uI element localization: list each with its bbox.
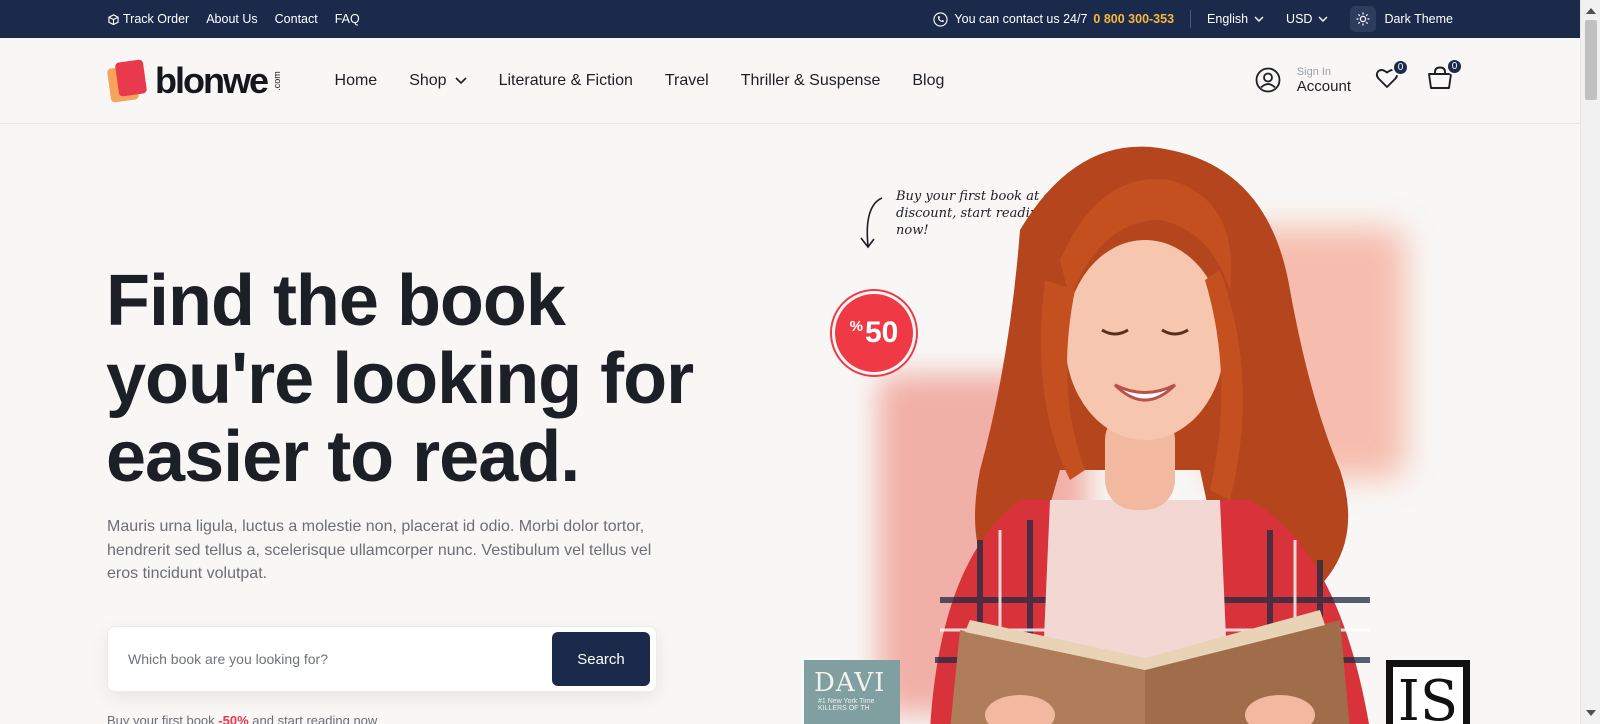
search-form: Search xyxy=(107,626,657,692)
hero-description: Mauris urna ligula, luctus a molestie no… xyxy=(107,518,652,582)
contact-info: You can contact us 24/7 0 800 300-353 xyxy=(933,11,1174,27)
book-left-subtitle: #1 New York Time xyxy=(818,698,875,705)
book-cover-left: DAVI #1 New York Time KILLERS OF TH xyxy=(804,660,900,724)
book-left-title: DAVI xyxy=(814,668,886,698)
logo-text: blonwe xyxy=(155,59,269,101)
promo-discount: -50% xyxy=(218,713,249,724)
promo-suffix: and start reading now xyxy=(252,713,378,724)
chevron-down-icon xyxy=(1254,16,1264,22)
hero-title-line: Find the book xyxy=(106,261,566,341)
divider xyxy=(1190,10,1192,28)
currency-value: USD xyxy=(1286,12,1313,26)
phone-icon xyxy=(933,11,949,27)
nav-home[interactable]: Home xyxy=(335,72,378,90)
top-bar: Track Order About Us Contact FAQ You can… xyxy=(0,0,1580,38)
currency-dropdown[interactable]: USD xyxy=(1286,12,1328,26)
language-dropdown[interactable]: English xyxy=(1207,12,1264,26)
books-logo-icon xyxy=(106,58,149,103)
nav-literature-fiction[interactable]: Literature & Fiction xyxy=(499,72,633,90)
promo-text: Buy your first book -50% and start readi… xyxy=(107,713,377,724)
sun-icon xyxy=(1350,6,1377,32)
about-us-link[interactable]: About Us xyxy=(206,12,257,26)
promo-prefix: Buy your first book xyxy=(107,713,215,724)
phone-number[interactable]: 0 800 300-353 xyxy=(1093,12,1174,26)
language-value: English xyxy=(1207,12,1249,26)
book-cover-right: IS xyxy=(1386,660,1470,724)
sign-in-label: Sign In xyxy=(1296,65,1332,78)
hero-title-line: easier to read. xyxy=(106,417,580,497)
nav-blog[interactable]: Blog xyxy=(912,72,944,90)
account-link[interactable]: Sign In Account xyxy=(1255,66,1351,96)
wishlist-button[interactable]: 0 xyxy=(1375,58,1409,94)
contact-text: You can contact us 24/7 xyxy=(954,12,1088,26)
scroll-up-arrow-icon[interactable] xyxy=(1586,8,1596,14)
nav-travel[interactable]: Travel xyxy=(665,72,709,90)
scroll-down-arrow-icon[interactable] xyxy=(1586,710,1596,716)
box-icon xyxy=(108,13,119,25)
nav-thriller-suspense[interactable]: Thriller & Suspense xyxy=(741,72,881,90)
page-scrollbar[interactable] xyxy=(1580,0,1600,724)
theme-label: Dark Theme xyxy=(1384,12,1453,26)
faq-link[interactable]: FAQ xyxy=(335,12,360,26)
book-left-subtitle: KILLERS OF TH xyxy=(818,705,870,712)
nav-shop-label: Shop xyxy=(409,71,447,89)
track-order-link[interactable]: Track Order xyxy=(108,12,189,26)
nav-shop[interactable]: Shop xyxy=(409,71,467,90)
main-nav: Home Shop Literature & Fiction Travel Th… xyxy=(335,72,945,90)
main-header: blonwe .com Home Shop Literature & Ficti… xyxy=(0,38,1580,124)
top-bar-links: Track Order About Us Contact FAQ xyxy=(108,12,360,26)
scroll-thumb[interactable] xyxy=(1585,20,1597,100)
hero-title-line: you're looking for xyxy=(106,339,694,419)
cart-count-badge: 0 xyxy=(1446,57,1463,75)
wishlist-count-badge: 0 xyxy=(1392,58,1409,76)
hero-title: Find the book you're looking for easier … xyxy=(106,262,726,496)
dark-theme-toggle[interactable]: Dark Theme xyxy=(1350,6,1453,32)
search-button[interactable]: Search xyxy=(552,632,650,686)
woman-reading-image xyxy=(930,146,1370,724)
chevron-down-icon xyxy=(1318,16,1328,22)
discount-symbol: % xyxy=(849,317,863,335)
logo[interactable]: blonwe .com xyxy=(106,58,287,103)
header-actions: Sign In Account 0 0 xyxy=(1255,57,1463,96)
logo-suffix: .com xyxy=(271,70,282,91)
cart-button[interactable]: 0 xyxy=(1427,57,1463,95)
top-bar-right: You can contact us 24/7 0 800 300-353 En… xyxy=(933,6,1453,32)
account-label: Account xyxy=(1296,78,1351,96)
user-icon xyxy=(1255,68,1281,93)
search-input[interactable] xyxy=(128,651,552,667)
track-order-label: Track Order xyxy=(123,12,190,26)
contact-link[interactable]: Contact xyxy=(275,12,318,26)
chevron-down-icon xyxy=(455,77,467,84)
